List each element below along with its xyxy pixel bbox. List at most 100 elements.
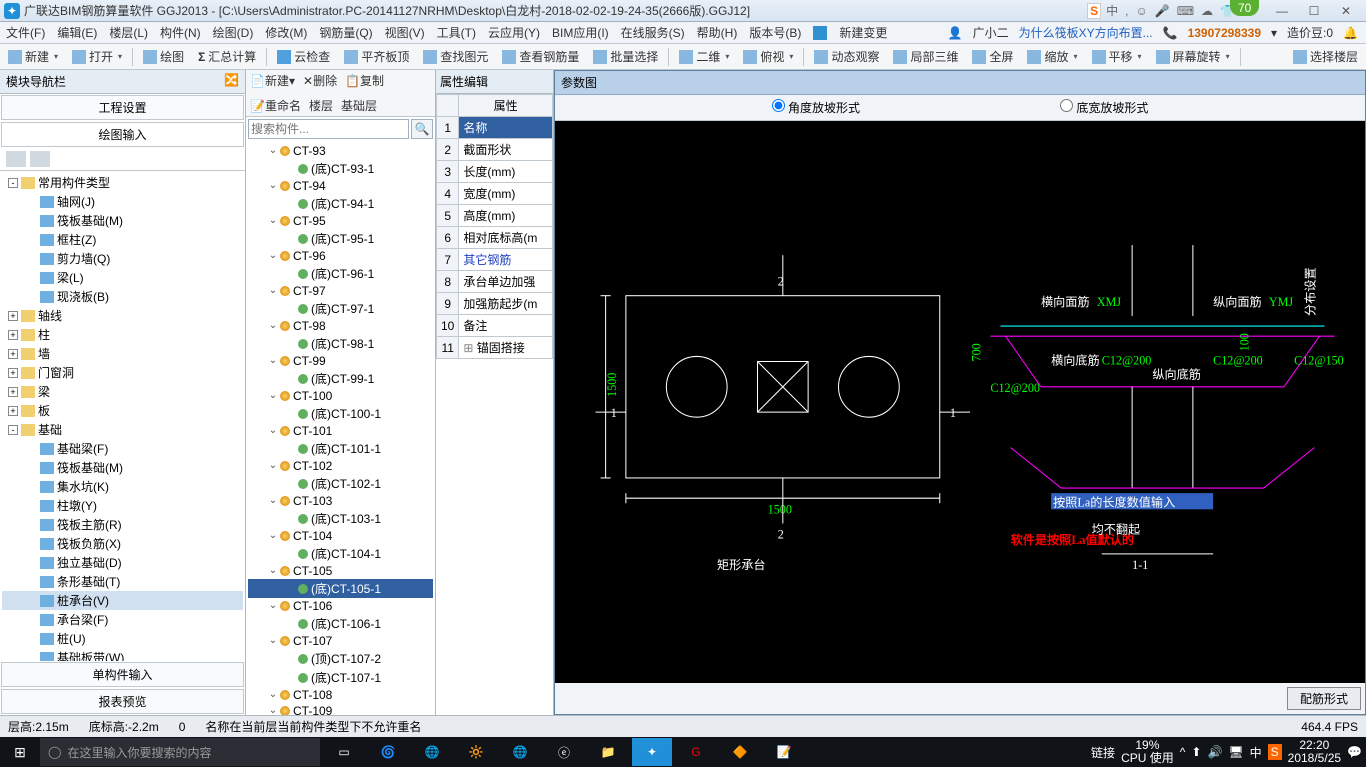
menu-draw[interactable]: 绘图(D) bbox=[213, 24, 254, 41]
dynview-button[interactable]: 动态观察 bbox=[810, 46, 883, 67]
taskbar-app-icon[interactable]: 🌐 bbox=[500, 738, 540, 766]
ct-group[interactable]: ⌄CT-99 bbox=[248, 353, 433, 369]
tray-icon[interactable]: ⬆ bbox=[1191, 745, 1201, 759]
property-row[interactable]: 11⊞ 锚固搭接 bbox=[437, 337, 553, 359]
minimize-button[interactable]: — bbox=[1266, 1, 1298, 21]
tree-leaf[interactable]: 现浇板(B) bbox=[2, 287, 243, 306]
task-view-icon[interactable]: ▭ bbox=[324, 738, 364, 766]
find-button[interactable]: 查找图元 bbox=[419, 46, 492, 67]
tree-node[interactable]: +梁 bbox=[2, 382, 243, 401]
new-button[interactable]: 新建 bbox=[4, 46, 62, 67]
taskbar-app-icon[interactable]: G bbox=[676, 738, 716, 766]
taskbar-app-icon[interactable]: ✦ bbox=[632, 738, 672, 766]
cloud-check-button[interactable]: 云检查 bbox=[273, 46, 334, 67]
ct-item[interactable]: (底)CT-100-1 bbox=[248, 404, 433, 423]
tray-clock[interactable]: 22:202018/5/25 bbox=[1288, 739, 1341, 765]
look-button[interactable]: 俯视 bbox=[739, 46, 797, 67]
single-component-button[interactable]: 单构件输入 bbox=[1, 662, 244, 687]
local3d-button[interactable]: 局部三维 bbox=[889, 46, 962, 67]
tray-volume-icon[interactable]: 🔊 bbox=[1207, 745, 1222, 759]
taskbar-app-icon[interactable]: 📝 bbox=[764, 738, 804, 766]
nav-tool-icon[interactable] bbox=[6, 151, 26, 167]
flat-button[interactable]: 平齐板顶 bbox=[340, 46, 413, 67]
ct-group[interactable]: ⌄CT-97 bbox=[248, 283, 433, 299]
menu-bim[interactable]: BIM应用(I) bbox=[552, 24, 609, 41]
ct-group[interactable]: ⌄CT-106 bbox=[248, 598, 433, 614]
sum-button[interactable]: Σ汇总计算 bbox=[194, 46, 260, 67]
project-settings-button[interactable]: 工程设置 bbox=[1, 95, 244, 120]
tree-leaf[interactable]: 桩承台(V) bbox=[2, 591, 243, 610]
property-table[interactable]: 属性 1名称2截面形状3长度(mm)4宽度(mm)5高度(mm)6相对底标高(m… bbox=[436, 94, 553, 359]
windows-taskbar[interactable]: ⊞ ◯ 在这里输入你要搜索的内容 ▭ 🌀 🌐 🔆 🌐 ⓔ 📁 ✦ G 🔶 📝 链… bbox=[0, 737, 1366, 767]
ct-group[interactable]: ⌄CT-100 bbox=[248, 388, 433, 404]
nav-tool-icon[interactable] bbox=[30, 151, 50, 167]
ct-item[interactable]: (底)CT-96-1 bbox=[248, 264, 433, 283]
ct-item[interactable]: (底)CT-97-1 bbox=[248, 299, 433, 318]
ct-group[interactable]: ⌄CT-101 bbox=[248, 423, 433, 439]
tree-leaf[interactable]: 独立基础(D) bbox=[2, 553, 243, 572]
tree-leaf[interactable]: 基础板带(W) bbox=[2, 648, 243, 661]
screen-rotate-button[interactable]: 屏幕旋转 bbox=[1152, 46, 1234, 67]
ct-item[interactable]: (底)CT-99-1 bbox=[248, 369, 433, 388]
angle-slope-radio[interactable]: 角度放坡形式 bbox=[772, 99, 860, 116]
property-row[interactable]: 7其它钢筋 bbox=[437, 249, 553, 271]
tree-node[interactable]: -常用构件类型 bbox=[2, 173, 243, 192]
cpu-meter[interactable]: 19%CPU 使用 bbox=[1121, 739, 1174, 765]
tree-leaf[interactable]: 框柱(Z) bbox=[2, 230, 243, 249]
taskbar-edge-icon[interactable]: 🌐 bbox=[412, 738, 452, 766]
draw-input-button[interactable]: 绘图输入 bbox=[1, 122, 244, 147]
tree-leaf[interactable]: 基础梁(F) bbox=[2, 439, 243, 458]
property-row[interactable]: 9加强筋起步(m bbox=[437, 293, 553, 315]
ct-group[interactable]: ⌄CT-107 bbox=[248, 633, 433, 649]
pan-button[interactable]: 平移 bbox=[1088, 46, 1146, 67]
ct-item[interactable]: (底)CT-107-1 bbox=[248, 668, 433, 687]
property-row[interactable]: 6相对底标高(m bbox=[437, 227, 553, 249]
help-link[interactable]: 为什么筏板XY方向布置... bbox=[1019, 24, 1153, 41]
tray-notifications-icon[interactable]: 💬 bbox=[1347, 745, 1362, 759]
tree-leaf[interactable]: 梁(L) bbox=[2, 268, 243, 287]
taskbar-ie-icon[interactable]: ⓔ bbox=[544, 738, 584, 766]
ct-group[interactable]: ⌄CT-95 bbox=[248, 213, 433, 229]
sogou-icon[interactable]: S bbox=[1087, 3, 1101, 19]
beans-label[interactable]: 造价豆:0 bbox=[1287, 24, 1333, 41]
menu-edit[interactable]: 编辑(E) bbox=[57, 24, 97, 41]
tree-node[interactable]: -基础 bbox=[2, 420, 243, 439]
tree-leaf[interactable]: 筏板基础(M) bbox=[2, 458, 243, 477]
tree-leaf[interactable]: 筏板主筋(R) bbox=[2, 515, 243, 534]
menu-cloud[interactable]: 云应用(Y) bbox=[488, 24, 540, 41]
menu-tools[interactable]: 工具(T) bbox=[437, 24, 476, 41]
tray-ime[interactable]: 中 bbox=[1250, 744, 1262, 761]
ct-group[interactable]: ⌄CT-109 bbox=[248, 703, 433, 715]
tree-leaf[interactable]: 筏板基础(M) bbox=[2, 211, 243, 230]
tree-leaf[interactable]: 承台梁(F) bbox=[2, 610, 243, 629]
menu-component[interactable]: 构件(N) bbox=[160, 24, 201, 41]
ct-group[interactable]: ⌄CT-93 bbox=[248, 143, 433, 159]
menu-version[interactable]: 版本号(B) bbox=[749, 24, 801, 41]
tree-leaf[interactable]: 条形基础(T) bbox=[2, 572, 243, 591]
tray-up-icon[interactable]: ^ bbox=[1180, 745, 1186, 759]
taskbar-search[interactable]: ◯ 在这里输入你要搜索的内容 bbox=[40, 738, 320, 766]
new-component-button[interactable]: 📄新建▾ bbox=[250, 72, 295, 89]
rebar-form-button[interactable]: 配筋形式 bbox=[1287, 687, 1361, 710]
taskbar-explorer-icon[interactable]: 📁 bbox=[588, 738, 628, 766]
ct-item[interactable]: (底)CT-104-1 bbox=[248, 544, 433, 563]
property-row[interactable]: 1名称 bbox=[437, 117, 553, 139]
draw-button[interactable]: 绘图 bbox=[139, 46, 188, 67]
ct-group[interactable]: ⌄CT-102 bbox=[248, 458, 433, 474]
ct-group[interactable]: ⌄CT-105 bbox=[248, 563, 433, 579]
ct-item[interactable]: (底)CT-105-1 bbox=[248, 579, 433, 598]
property-row[interactable]: 2截面形状 bbox=[437, 139, 553, 161]
property-row[interactable]: 5高度(mm) bbox=[437, 205, 553, 227]
ct-item[interactable]: (底)CT-101-1 bbox=[248, 439, 433, 458]
taskbar-app-icon[interactable]: 🔶 bbox=[720, 738, 760, 766]
menu-online[interactable]: 在线服务(S) bbox=[621, 24, 685, 41]
search-button[interactable]: 🔍 bbox=[411, 119, 433, 139]
tree-node[interactable]: +轴线 bbox=[2, 306, 243, 325]
property-row[interactable]: 8承台单边加强 bbox=[437, 271, 553, 293]
tree-leaf[interactable]: 集水坑(K) bbox=[2, 477, 243, 496]
rename-component-button[interactable]: 📝重命名 bbox=[250, 97, 301, 114]
tree-node[interactable]: +柱 bbox=[2, 325, 243, 344]
close-button[interactable]: ✕ bbox=[1330, 1, 1362, 21]
tree-leaf[interactable]: 轴网(J) bbox=[2, 192, 243, 211]
batch-button[interactable]: 批量选择 bbox=[589, 46, 662, 67]
